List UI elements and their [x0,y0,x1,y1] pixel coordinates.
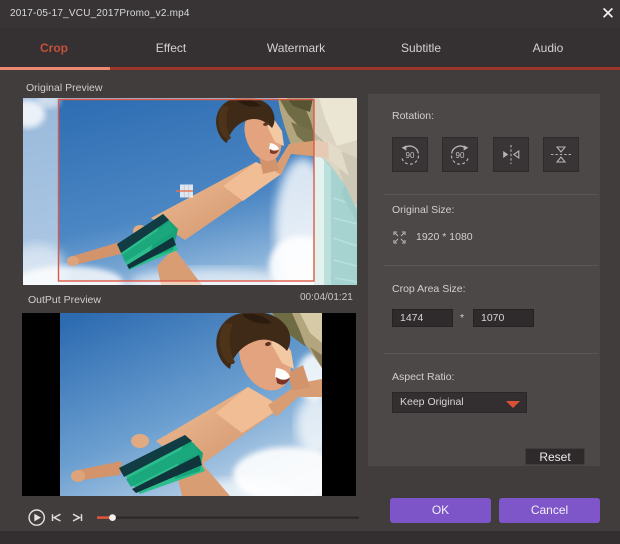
svg-text:90: 90 [406,151,415,160]
svg-text:90: 90 [456,151,465,160]
